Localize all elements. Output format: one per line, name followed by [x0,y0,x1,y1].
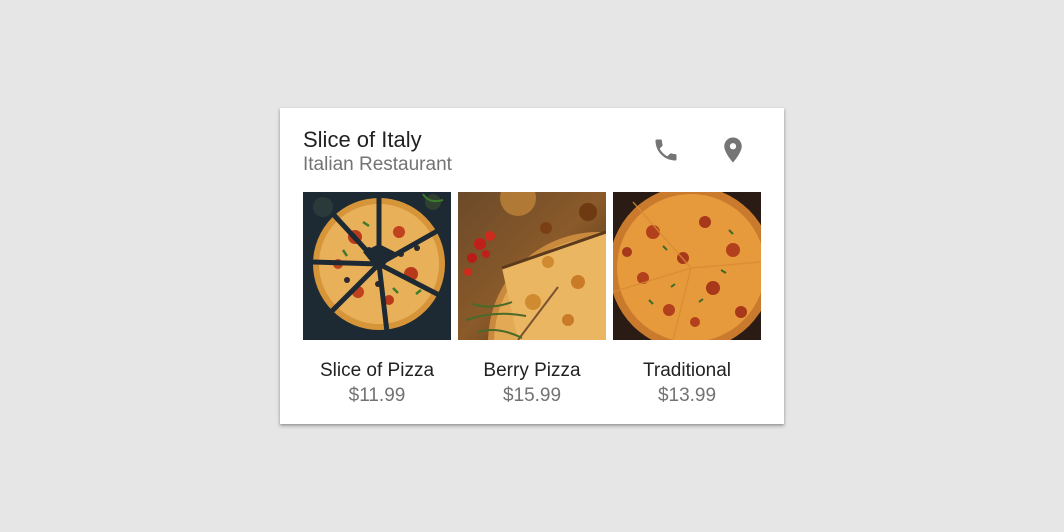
location-pin-icon [724,137,742,163]
menu-item[interactable]: Slice of Pizza $11.99 [303,192,451,406]
menu-item[interactable]: Berry Pizza $15.99 [458,192,606,406]
menu-item-name: Slice of Pizza [319,360,435,381]
menu-item-name: Berry Pizza [483,360,581,381]
menu-item-price: $15.99 [502,385,562,406]
pepperoni-pizza-photo [613,192,761,340]
menu-item-price: $11.99 [348,385,406,406]
restaurant-name: Slice of Italy [303,127,422,152]
pizza-tomatoes-photo [458,192,606,340]
restaurant-category: Italian Restaurant [303,154,452,175]
menu-item-name: Traditional [642,360,731,381]
phone-icon [655,139,677,161]
restaurant-card[interactable]: Slice of Italy Italian Restaurant Slice … [280,108,784,424]
directions-button[interactable] [717,134,749,166]
menu-item[interactable]: Traditional $13.99 [613,192,761,406]
pizza-slices-dark-photo [303,192,451,340]
call-button[interactable] [650,134,682,166]
menu-item-price: $13.99 [657,385,717,406]
